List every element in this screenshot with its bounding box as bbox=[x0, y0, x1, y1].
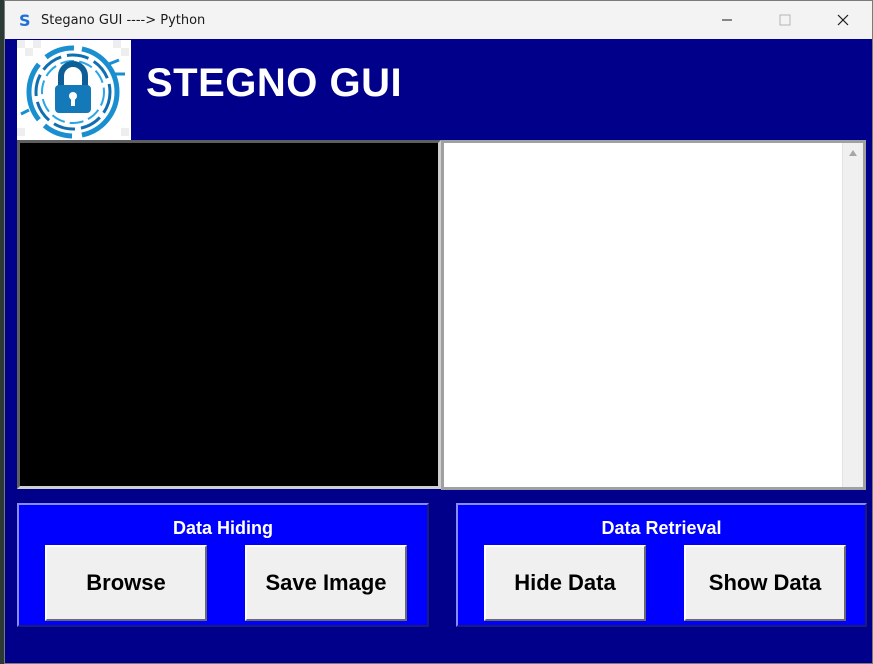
data-hiding-frame: Data Hiding Browse Save Image bbox=[17, 503, 429, 627]
maximize-icon bbox=[779, 14, 791, 26]
save-image-button[interactable]: Save Image bbox=[245, 545, 407, 621]
message-text-area[interactable] bbox=[444, 143, 842, 487]
window-title: Stegano GUI ----> Python bbox=[41, 12, 206, 28]
browse-button[interactable]: Browse bbox=[45, 545, 207, 621]
app-icon: S bbox=[17, 12, 33, 28]
padlock-logo bbox=[17, 40, 131, 140]
title-bar[interactable]: S Stegano GUI ----> Python bbox=[5, 1, 872, 39]
show-data-button[interactable]: Show Data bbox=[684, 545, 846, 621]
data-retrieval-frame: Data Retrieval Hide Data Show Data bbox=[456, 503, 867, 627]
minimize-icon bbox=[722, 19, 732, 21]
app-window: S Stegano GUI ----> Python STEGNO GUI Da… bbox=[4, 0, 873, 664]
scroll-up-button[interactable] bbox=[843, 143, 863, 163]
close-icon bbox=[837, 14, 849, 26]
close-button[interactable] bbox=[814, 1, 872, 39]
app-title: STEGNO GUI bbox=[146, 61, 403, 105]
image-preview-pane bbox=[17, 140, 441, 489]
message-text-pane bbox=[441, 140, 866, 490]
maximize-button[interactable] bbox=[756, 1, 814, 39]
data-hiding-label: Data Hiding bbox=[172, 518, 273, 538]
minimize-button[interactable] bbox=[698, 1, 756, 39]
window-controls bbox=[698, 1, 872, 39]
vertical-scrollbar[interactable] bbox=[842, 143, 863, 487]
svg-text:S: S bbox=[19, 12, 31, 28]
hide-data-button[interactable]: Hide Data bbox=[484, 545, 646, 621]
padlock-icon bbox=[17, 40, 131, 140]
triangle-up-icon bbox=[849, 150, 857, 156]
data-retrieval-label: Data Retrieval bbox=[601, 518, 722, 538]
